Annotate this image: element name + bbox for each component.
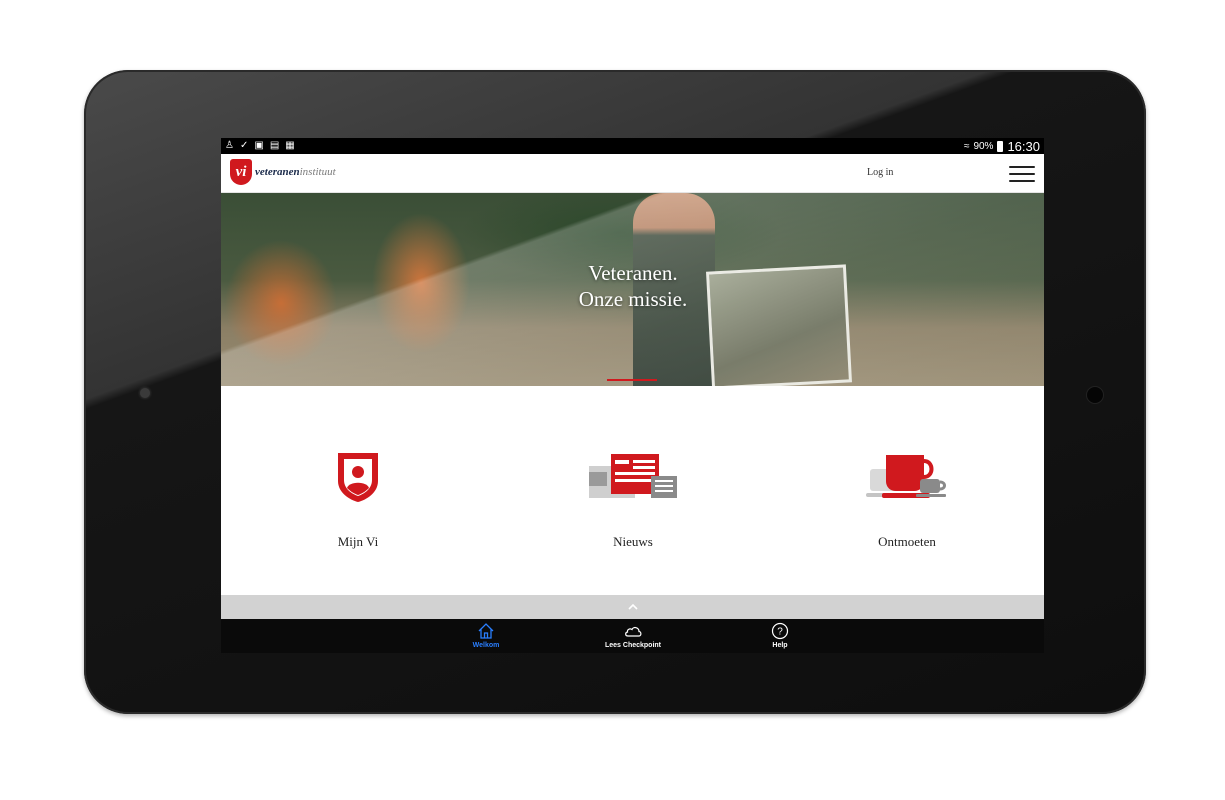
tab-welkom[interactable]: Welkom bbox=[436, 621, 536, 649]
menu-icon[interactable] bbox=[1009, 166, 1035, 182]
hero-title-line1: Veteranen. bbox=[588, 261, 678, 285]
tile-label: Mijn Vi bbox=[337, 534, 379, 549]
hero-title: Veteranen. Onze missie. bbox=[521, 260, 745, 312]
battery-icon bbox=[997, 140, 1004, 152]
tile-grid: Mijn Vi Nieuws Ontmoeten bbox=[221, 386, 1044, 595]
coffee-cup-icon bbox=[866, 455, 946, 498]
image-notification-icon: ▤ bbox=[269, 140, 280, 151]
front-camera bbox=[140, 388, 150, 398]
chevron-up-icon bbox=[627, 604, 638, 610]
newspaper-icon bbox=[589, 454, 677, 498]
home-icon bbox=[478, 623, 494, 639]
hero-banner: Veteranen. Onze missie. bbox=[221, 193, 1044, 386]
app-header: vi veteraneninstituut Log in bbox=[221, 154, 1044, 193]
collapse-bar[interactable] bbox=[221, 595, 1044, 619]
shield-person-icon bbox=[338, 453, 378, 502]
notification-icons: ♙ ✓ ▣ ▤ ▦ bbox=[225, 139, 295, 153]
tab-label: Welkom bbox=[472, 642, 500, 649]
hero-title-line2: Onze missie. bbox=[578, 287, 688, 311]
battery-percent: 90% bbox=[973, 140, 994, 152]
tile-mijn-vi[interactable]: Mijn Vi bbox=[258, 448, 458, 550]
help-circle-icon: ? bbox=[771, 622, 789, 640]
tab-label: Lees Checkpoint bbox=[604, 642, 661, 649]
download-done-icon: ✓ bbox=[239, 140, 249, 151]
device-screen: ♙ ✓ ▣ ▤ ▦ ≈ 90% 16:30 vi veteraneninstit… bbox=[221, 138, 1044, 653]
bottom-tab-bar: Welkom Lees Checkpoint ? Help bbox=[221, 619, 1044, 653]
tile-label: Ontmoeten bbox=[878, 534, 936, 549]
hero-underline bbox=[607, 379, 657, 381]
tile-ontmoeten[interactable]: Ontmoeten bbox=[807, 448, 1007, 550]
tab-lees-checkpoint[interactable]: Lees Checkpoint bbox=[583, 621, 683, 649]
logo-shield: vi bbox=[230, 159, 252, 185]
status-bar: ♙ ✓ ▣ ▤ ▦ ≈ 90% 16:30 bbox=[221, 138, 1044, 154]
clock: 16:30 bbox=[1007, 138, 1040, 154]
logo-wordmark: veteraneninstituut bbox=[255, 166, 336, 178]
app-notification-icon: ▣ bbox=[254, 140, 264, 151]
cloud-icon bbox=[625, 626, 642, 637]
veteraneninstituut-logo[interactable]: vi veteraneninstituut bbox=[230, 159, 336, 185]
svg-text:?: ? bbox=[777, 627, 783, 638]
person-notification-icon: ♙ bbox=[225, 140, 234, 151]
logo-text-light: instituut bbox=[299, 166, 336, 178]
gallery-notification-icon: ▦ bbox=[285, 140, 295, 151]
tab-label: Help bbox=[772, 642, 788, 649]
login-link[interactable]: Log in bbox=[867, 167, 893, 178]
tile-label: Nieuws bbox=[613, 534, 653, 549]
logo-text-bold: veteranen bbox=[255, 166, 300, 178]
tile-nieuws[interactable]: Nieuws bbox=[533, 448, 733, 550]
wifi-icon: ≈ bbox=[963, 140, 970, 152]
tab-help[interactable]: ? Help bbox=[730, 621, 830, 649]
light-sensor bbox=[1086, 386, 1104, 404]
